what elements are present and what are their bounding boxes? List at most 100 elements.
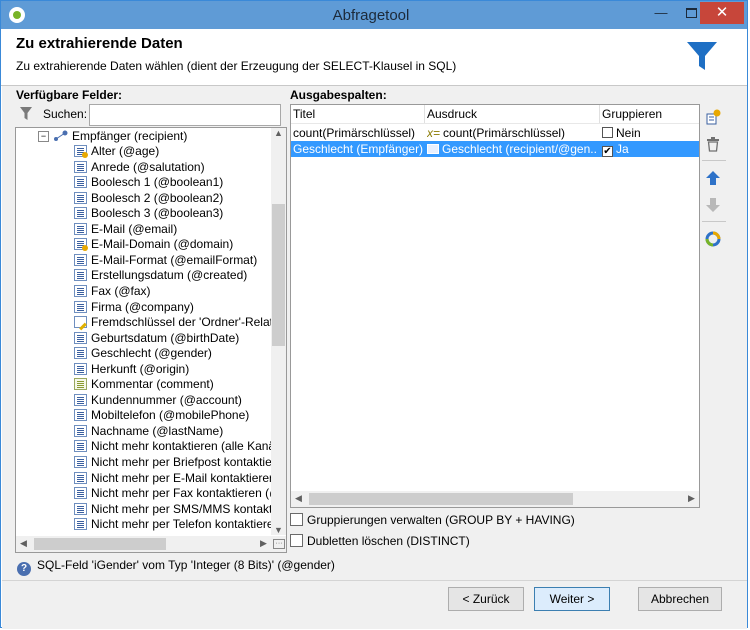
dialog-footer: < Zurück Weiter > Abbrechen [2, 580, 747, 629]
minimize-button[interactable]: — [646, 2, 676, 24]
search-label: Suchen: [43, 107, 88, 121]
field-icon [74, 471, 87, 484]
group-checkbox[interactable] [602, 127, 613, 138]
field-icon [74, 191, 87, 204]
tree-item-label: Geschlecht (@gender) [91, 346, 212, 361]
comment-field-icon [74, 378, 87, 391]
group-by-option[interactable]: Gruppierungen verwalten (GROUP BY + HAVI… [290, 511, 575, 529]
scroll-up-arrow-icon[interactable]: ▲ [271, 128, 286, 138]
distinct-checkbox[interactable] [290, 534, 303, 547]
field-icon [74, 440, 87, 453]
fields-tree[interactable]: − Empfänger (recipient) Alter (@age) Anre… [15, 127, 287, 553]
title-bar[interactable]: Abfragetool — ✕ [1, 1, 747, 29]
field-icon [74, 502, 87, 515]
cell-group[interactable]: Nein [602, 125, 692, 141]
group-by-label: Gruppierungen verwalten (GROUP BY + HAVI… [307, 513, 575, 527]
tree-item-label: Boolesch 3 (@boolean3) [91, 206, 224, 221]
link-field-icon [74, 316, 87, 329]
group-label: Nein [616, 126, 641, 140]
page-subtitle: Zu extrahierende Daten wählen (dient der… [16, 59, 457, 73]
funnel-icon [687, 42, 717, 70]
field-icon [74, 487, 87, 500]
tree-item-label: Nachname (@lastName) [91, 423, 224, 438]
toolbar-divider [702, 221, 726, 222]
field-icon [74, 253, 87, 266]
status-text: SQL-Feld 'iGender' vom Typ 'Integer (8 B… [37, 558, 335, 572]
table-row[interactable]: count(Primärschlüssel) x= count(Primärsch… [291, 125, 699, 141]
close-button[interactable]: ✕ [700, 2, 744, 24]
delete-icon [707, 137, 719, 152]
tree-item-label: Fax (@fax) [91, 283, 151, 298]
tree-item-label: Geburtsdatum (@birthDate) [91, 330, 240, 345]
field-icon [74, 393, 87, 406]
tree-item-label: Nicht mehr per Briefpost kontaktier [91, 455, 276, 469]
column-header-expression[interactable]: Ausdruck [427, 105, 477, 123]
column-header-group[interactable]: Gruppieren [602, 105, 662, 123]
field-icon [74, 456, 87, 468]
back-button[interactable]: < Zurück [448, 587, 524, 611]
schema-link-icon [53, 130, 69, 142]
scroll-left-arrow-icon[interactable]: ◀ [16, 538, 31, 549]
window-title: Abfragetool [332, 7, 410, 24]
move-down-button[interactable] [702, 194, 724, 216]
field-icon [74, 362, 87, 375]
delete-column-button[interactable] [702, 133, 724, 155]
field-icon [74, 424, 87, 437]
cancel-button[interactable]: Abbrechen [638, 587, 722, 611]
distribution-button[interactable] [702, 228, 724, 250]
distinct-label: Dubletten löschen (DISTINCT) [307, 534, 470, 548]
next-button[interactable]: Weiter > [534, 587, 610, 611]
tree-item-label: Erstellungsdatum (@created) [91, 268, 248, 283]
distribution-icon [705, 231, 721, 247]
column-separator [424, 105, 425, 123]
tree-item-label: Nicht mehr per SMS/MMS kontakti [91, 501, 276, 516]
tree-item-label: Boolesch 2 (@boolean2) [91, 190, 224, 205]
field-icon [74, 331, 87, 344]
table-row-selected[interactable]: Geschlecht (Empfänger) Geschlecht (recip… [291, 141, 699, 157]
search-input[interactable] [89, 104, 281, 126]
scroll-left-arrow-icon[interactable]: ◀ [291, 493, 306, 504]
cell-title: Geschlecht (Empfänger) [293, 142, 423, 156]
column-header-title[interactable]: Titel [293, 105, 315, 123]
add-column-button[interactable] [702, 106, 724, 128]
group-by-checkbox[interactable] [290, 513, 303, 526]
page-title: Zu extrahierende Daten [16, 35, 183, 52]
field-icon [74, 269, 87, 282]
dialog-header: Zu extrahierende Daten Zu extrahierende … [1, 29, 747, 86]
cell-expression-text: count(Primärschlüssel) [443, 126, 566, 140]
tree-item-label: Boolesch 1 (@boolean1) [91, 175, 224, 190]
group-checkbox-checked[interactable]: ✔ [602, 146, 613, 157]
field-icon [74, 207, 87, 220]
field-icon [74, 300, 87, 313]
tree-horizontal-scrollbar[interactable]: ◀ ▶ [16, 536, 271, 552]
search-row: Suchen: [17, 104, 287, 128]
cell-group[interactable]: ✔ Ja [602, 141, 692, 157]
scroll-right-arrow-icon[interactable]: ▶ [256, 538, 271, 549]
field-icon [74, 409, 87, 422]
cell-expression: Geschlecht (recipient/@gen... [427, 141, 597, 157]
tree-item-label: E-Mail-Format (@emailFormat) [91, 252, 258, 267]
tree-item-label: Nicht mehr per E-Mail kontaktierer [91, 470, 274, 485]
tree-item-label: Firma (@company) [91, 299, 194, 314]
toolbar-divider [702, 160, 726, 161]
field-icon [74, 176, 87, 189]
tree-item-label: Alter (@age) [91, 144, 160, 158]
tree-vertical-scrollbar[interactable]: ▲ ▼ [271, 128, 286, 535]
grid-horizontal-scroll-thumb[interactable] [309, 493, 573, 505]
dialog-window: Abfragetool — ✕ Zu extrahierende Daten Z… [0, 0, 748, 629]
tree-vertical-scroll-thumb[interactable] [272, 204, 285, 346]
output-columns-grid[interactable]: Titel Ausdruck Gruppieren count(Primärsc… [290, 104, 700, 508]
grid-horizontal-scrollbar[interactable]: ◀ ▶ [291, 491, 699, 507]
scroll-down-arrow-icon[interactable]: ▼ [271, 525, 286, 535]
collapse-icon[interactable]: − [38, 131, 49, 142]
tree-horizontal-scroll-thumb[interactable] [34, 538, 166, 550]
move-up-button[interactable] [702, 167, 724, 189]
column-separator [599, 105, 600, 123]
tree-item-label: E-Mail (@email) [91, 221, 178, 236]
calculated-field-icon [74, 145, 88, 158]
ellipsis-icon[interactable]: ··· [273, 539, 285, 549]
distinct-option[interactable]: Dubletten löschen (DISTINCT) [290, 532, 470, 550]
tree-root-label: Empfänger (recipient) [72, 129, 188, 143]
scroll-right-arrow-icon[interactable]: ▶ [684, 493, 699, 504]
cell-title: count(Primärschlüssel) [293, 126, 416, 140]
